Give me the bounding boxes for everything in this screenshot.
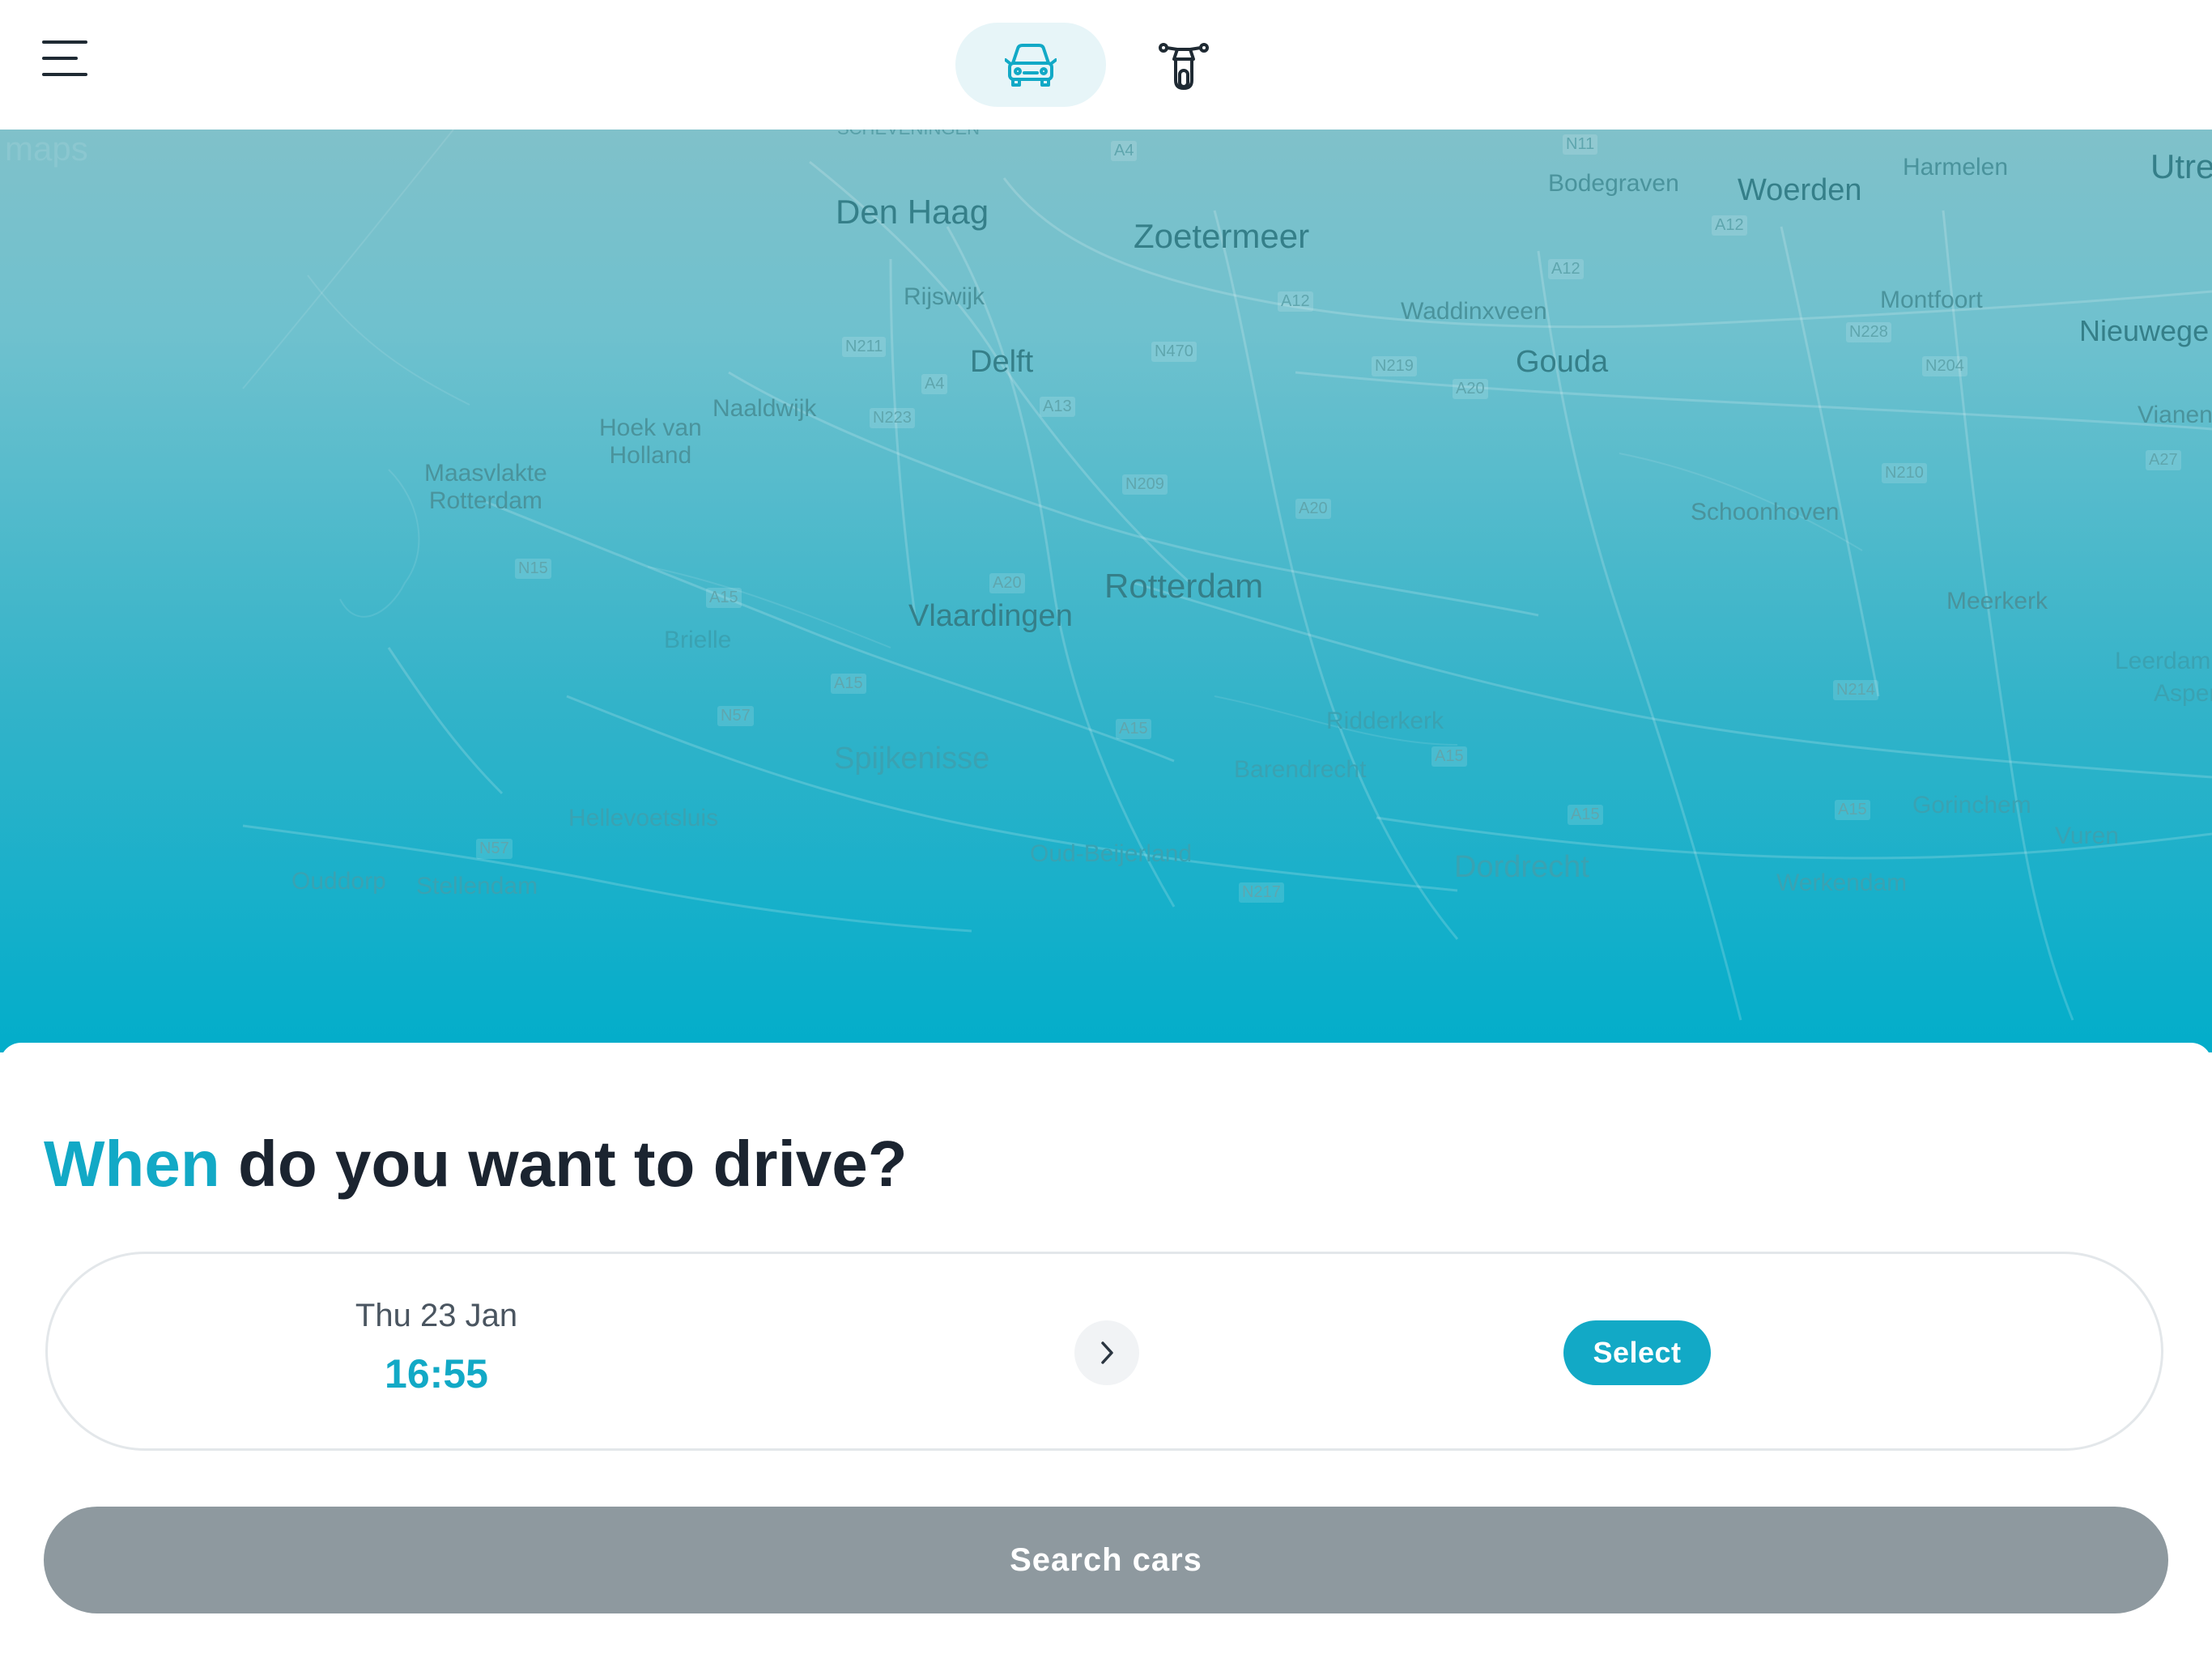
map-background: maps SCHEVENINGEN Den Haag Zoetermeer Bo… — [0, 130, 2212, 1052]
road-label: A12 — [1712, 215, 1747, 236]
car-mode-tab[interactable] — [955, 23, 1106, 107]
map-label: Hoek van Holland — [599, 414, 702, 469]
map-label: Harmelen — [1903, 154, 2009, 181]
road-label: A15 — [1835, 800, 1870, 820]
road-label: N217 — [1239, 882, 1284, 903]
map-label: Oud-Beijerland — [1030, 840, 1193, 867]
road-label: A12 — [1278, 291, 1313, 312]
select-end-button[interactable]: Select — [1563, 1320, 1711, 1385]
chevron-right-icon — [1101, 1341, 1113, 1364]
map-label: Barendrecht — [1234, 756, 1367, 783]
search-cars-button[interactable]: Search cars — [44, 1507, 2168, 1613]
map-label: Delft — [970, 345, 1034, 379]
map-label: Meerkerk — [1946, 588, 2048, 614]
road-label: N15 — [515, 559, 551, 579]
map-label: Brielle — [664, 627, 732, 653]
start-datetime[interactable]: Thu 23 Jan 16:55 — [250, 1298, 623, 1397]
map-label: Rotterdam — [1104, 567, 1264, 605]
top-bar — [0, 0, 2212, 130]
scooter-icon — [1159, 43, 1209, 90]
start-date: Thu 23 Jan — [355, 1298, 518, 1333]
map-label: Den Haag — [836, 193, 989, 231]
map-label: Woerden — [1738, 173, 1862, 207]
road-label: N211 — [842, 337, 887, 357]
map-label: Asper — [2154, 680, 2212, 707]
road-label: A15 — [1116, 719, 1151, 739]
map-watermark: maps — [5, 130, 88, 168]
map-label: Gouda — [1516, 345, 1609, 379]
road-label: N57 — [717, 706, 754, 726]
map-label: Stellendam — [416, 873, 538, 899]
map-label: Dordrecht — [1454, 850, 1589, 884]
road-label: N210 — [1882, 463, 1927, 483]
road-label: A27 — [2146, 450, 2181, 470]
road-label: N223 — [870, 408, 915, 428]
road-label: N228 — [1846, 322, 1891, 342]
road-label: A12 — [1548, 259, 1584, 279]
page-title: When do you want to drive? — [44, 1127, 908, 1201]
map-label: Maasvlakte Rotterdam — [424, 460, 547, 514]
road-label: A4 — [921, 374, 948, 394]
map-label: Naaldwijk — [713, 395, 817, 422]
map-label: Vlaardingen — [908, 599, 1073, 633]
road-label: A13 — [1040, 397, 1075, 417]
road-label: A15 — [831, 674, 866, 694]
map-label: Werkendam — [1776, 869, 1908, 896]
map-label: Utre — [2150, 147, 2212, 185]
map-label: Gorinchem — [1912, 792, 2031, 818]
road-label: N219 — [1372, 356, 1417, 376]
map-label: Montfoort — [1880, 287, 1983, 313]
map-label: Zoetermeer — [1134, 217, 1310, 255]
map-label: Rijswijk — [904, 283, 985, 310]
road-label: A15 — [1568, 805, 1603, 825]
booking-sheet: When do you want to drive? Thu 23 Jan 16… — [0, 1043, 2212, 1658]
map-label: Ouddorp — [291, 868, 386, 895]
map-label: Bodegraven — [1548, 170, 1679, 197]
map-label: SCHEVENINGEN — [837, 130, 980, 139]
road-label: N470 — [1151, 342, 1197, 362]
map-label: Vianen — [2138, 402, 2212, 428]
scooter-mode-tab[interactable] — [1142, 23, 1226, 107]
map-label: Schoonhoven — [1691, 499, 1840, 525]
map-label: Vuren — [2055, 823, 2119, 849]
next-button[interactable] — [1074, 1320, 1139, 1385]
road-label: N214 — [1833, 680, 1878, 700]
road-label: A15 — [1431, 746, 1467, 767]
road-label: N57 — [476, 839, 513, 859]
start-time: 16:55 — [385, 1351, 488, 1397]
road-label: N209 — [1122, 474, 1168, 495]
road-label: A4 — [1111, 141, 1138, 161]
map-label: Nieuwege — [2079, 314, 2210, 347]
car-icon — [1005, 44, 1057, 87]
date-range-picker: Thu 23 Jan 16:55 Select — [45, 1252, 2163, 1451]
road-label: N11 — [1563, 134, 1598, 155]
map-label: Spijkenisse — [834, 742, 990, 776]
road-label: A20 — [989, 573, 1025, 593]
road-label: A15 — [706, 588, 742, 608]
road-label: A20 — [1295, 499, 1331, 519]
map-label: Waddinxveen — [1401, 298, 1547, 325]
menu-button[interactable] — [39, 37, 91, 83]
map-label: Leerdam — [2115, 648, 2211, 674]
road-label: N204 — [1922, 356, 1967, 376]
road-label: A20 — [1453, 379, 1488, 399]
title-rest: do you want to drive? — [219, 1128, 908, 1200]
map-label: Ridderkerk — [1326, 708, 1444, 734]
title-accent: When — [44, 1128, 220, 1200]
map-label: Hellevoetsluis — [568, 805, 719, 831]
